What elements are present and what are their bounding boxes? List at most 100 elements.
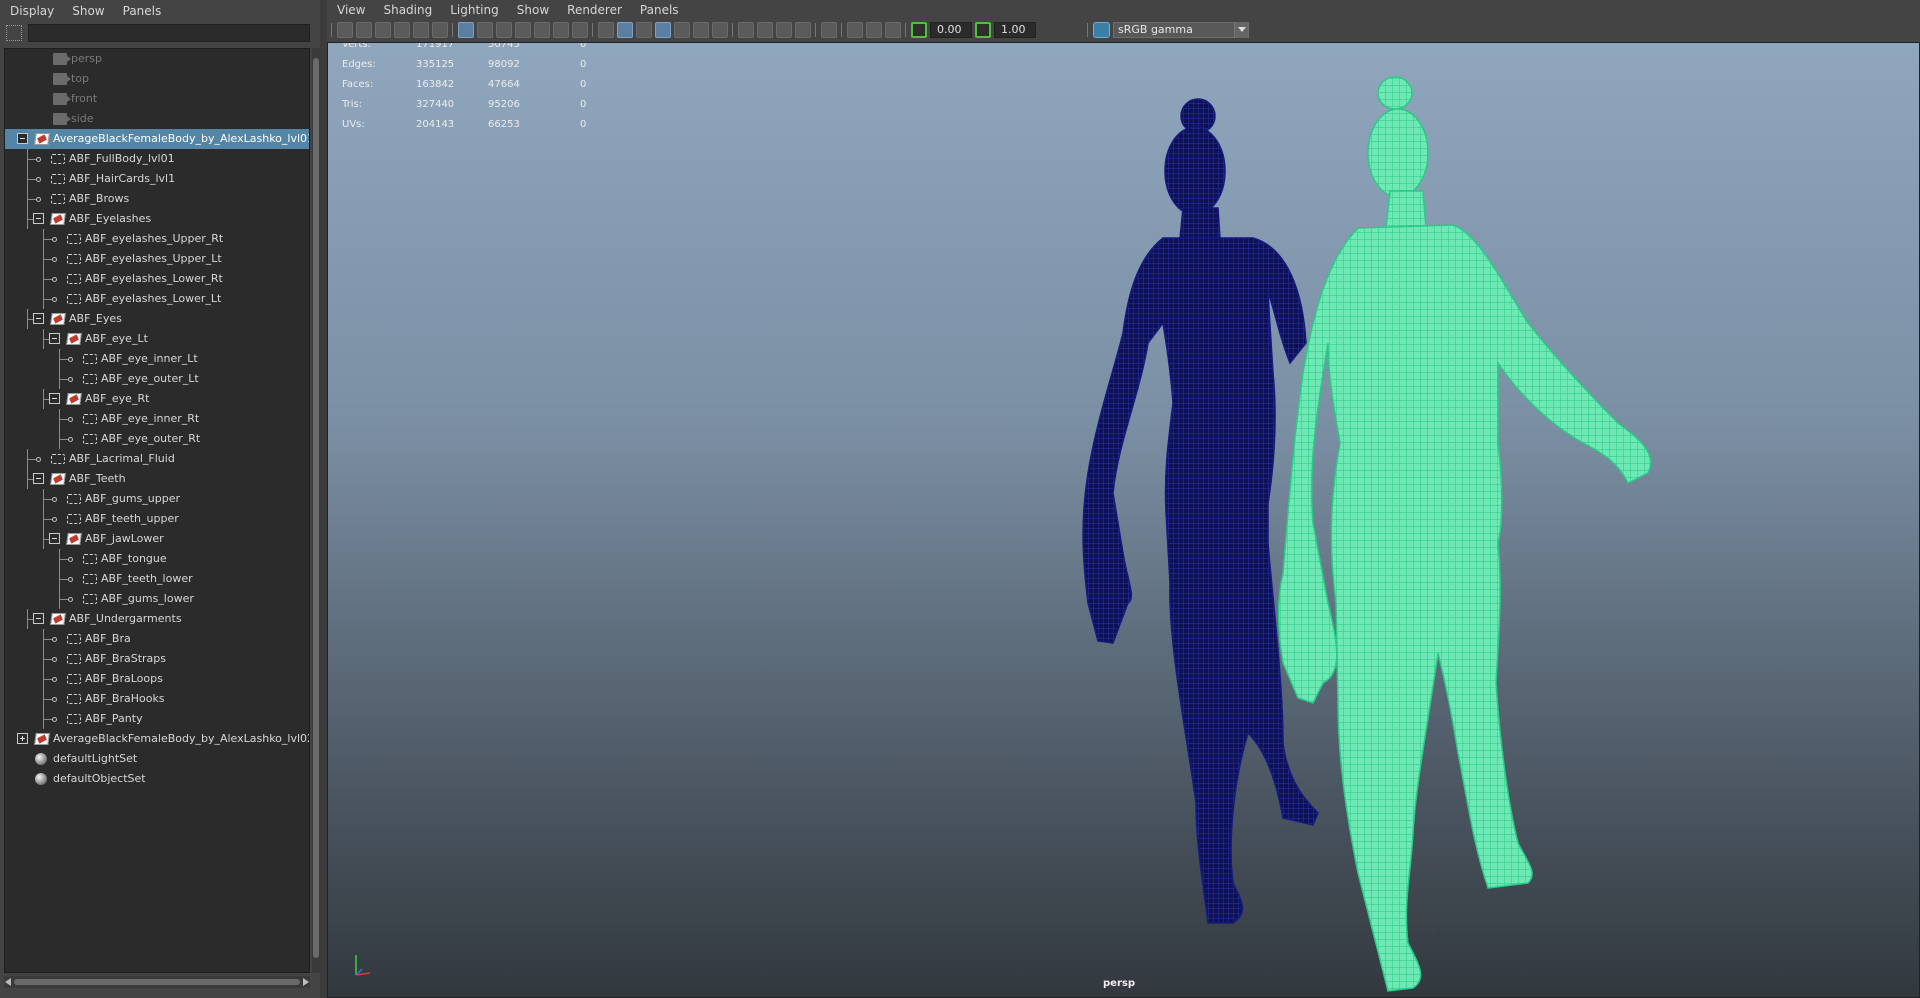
outliner-horizontal-scrollbar[interactable]: [4, 976, 310, 988]
menu-lighting[interactable]: Lighting: [450, 3, 499, 17]
outliner-item[interactable]: ABF_HairCards_lvl1: [5, 169, 309, 189]
outliner-item[interactable]: AverageBlackFemaleBody_by_AlexLashko_lvl…: [5, 129, 309, 149]
select-camera-icon[interactable]: [337, 22, 353, 38]
outliner-item[interactable]: ABF_Eyes: [5, 309, 309, 329]
outliner-item[interactable]: ABF_jawLower: [5, 529, 309, 549]
outliner-item[interactable]: front: [5, 89, 309, 109]
outliner-item[interactable]: ABF_FullBody_lvl01: [5, 149, 309, 169]
outliner-search-input[interactable]: [28, 24, 310, 42]
film-gate-icon[interactable]: [477, 22, 493, 38]
view-transform-dropdown[interactable]: sRGB gamma: [1113, 22, 1249, 38]
outliner-item[interactable]: top: [5, 69, 309, 89]
menu-view[interactable]: View: [337, 3, 365, 17]
outliner-item[interactable]: ABF_Undergarments: [5, 609, 309, 629]
smooth-shade-icon[interactable]: [617, 22, 633, 38]
outliner-item[interactable]: ABF_BraHooks: [5, 689, 309, 709]
exposure-toggle-icon[interactable]: [911, 22, 927, 38]
chevron-down-icon[interactable]: [1234, 22, 1248, 38]
outliner-item[interactable]: ABF_eye_Rt: [5, 389, 309, 409]
grid-icon[interactable]: [458, 22, 474, 38]
two-d-pan-zoom-icon[interactable]: [413, 22, 429, 38]
collapse-icon[interactable]: [49, 333, 60, 344]
outliner-item[interactable]: ABF_BraStraps: [5, 649, 309, 669]
collapse-icon[interactable]: [33, 473, 44, 484]
outliner-item[interactable]: ABF_eye_Lt: [5, 329, 309, 349]
xray-joints-icon[interactable]: [885, 22, 901, 38]
outliner-item[interactable]: ABF_gums_upper: [5, 489, 309, 509]
camera-attributes-icon[interactable]: [356, 22, 372, 38]
outliner-item[interactable]: side: [5, 109, 309, 129]
resolution-gate-icon[interactable]: [496, 22, 512, 38]
outliner-item[interactable]: ABF_Bra: [5, 629, 309, 649]
scrollbar-thumb[interactable]: [14, 979, 300, 985]
bookmarks-icon[interactable]: [375, 22, 391, 38]
outliner-item[interactable]: ABF_Eyelashes: [5, 209, 309, 229]
gamma-field[interactable]: 1.00: [994, 22, 1036, 38]
scroll-left-arrow-icon[interactable]: [5, 978, 11, 986]
filter-options-icon[interactable]: [6, 25, 22, 41]
outliner-item[interactable]: AverageBlackFemaleBody_by_AlexLashko_lvl…: [5, 729, 309, 749]
wireframe-on-shaded-icon[interactable]: [655, 22, 671, 38]
outliner-item[interactable]: ABF_eyelashes_Upper_Rt: [5, 229, 309, 249]
gamma-toggle-icon[interactable]: [975, 22, 991, 38]
scrollbar-thumb[interactable]: [313, 58, 319, 958]
outliner-item[interactable]: ABF_teeth_lower: [5, 569, 309, 589]
outliner-menu-panels[interactable]: Panels: [123, 4, 162, 18]
collapse-icon[interactable]: [33, 613, 44, 624]
outliner-item[interactable]: ABF_Lacrimal_Fluid: [5, 449, 309, 469]
outliner-item[interactable]: ABF_eye_outer_Lt: [5, 369, 309, 389]
multisample-aa-icon[interactable]: [776, 22, 792, 38]
expand-icon[interactable]: [17, 733, 28, 744]
outliner-item[interactable]: persp: [5, 49, 309, 69]
outliner-item[interactable]: ABF_eyelashes_Upper_Lt: [5, 249, 309, 269]
outliner-item[interactable]: ABF_eye_inner_Lt: [5, 349, 309, 369]
scroll-right-arrow-icon[interactable]: [303, 978, 309, 986]
collapse-icon[interactable]: [33, 313, 44, 324]
isolate-select-icon[interactable]: [821, 22, 837, 38]
wireframe-icon[interactable]: [598, 22, 614, 38]
shadows-icon[interactable]: [712, 22, 728, 38]
outliner-item[interactable]: ABF_eyelashes_Lower_Rt: [5, 269, 309, 289]
screen-space-ao-icon[interactable]: [738, 22, 754, 38]
depth-of-field-icon[interactable]: [795, 22, 811, 38]
wireframe-model-lvl01[interactable]: [1277, 76, 1652, 992]
use-default-material-icon[interactable]: [636, 22, 652, 38]
outliner-item[interactable]: ABF_BraLoops: [5, 669, 309, 689]
outliner-item[interactable]: ABF_teeth_upper: [5, 509, 309, 529]
outliner-item[interactable]: ABF_tongue: [5, 549, 309, 569]
outliner-vertical-scrollbar[interactable]: [312, 48, 320, 973]
outliner-item[interactable]: ABF_eye_outer_Rt: [5, 429, 309, 449]
use-all-lights-icon[interactable]: [693, 22, 709, 38]
outliner-item[interactable]: ABF_gums_lower: [5, 589, 309, 609]
outliner-item[interactable]: ABF_Brows: [5, 189, 309, 209]
menu-show[interactable]: Show: [517, 3, 549, 17]
textured-icon[interactable]: [674, 22, 690, 38]
outliner-item[interactable]: ABF_Teeth: [5, 469, 309, 489]
gate-mask-icon[interactable]: [515, 22, 531, 38]
outliner-item[interactable]: defaultObjectSet: [5, 769, 309, 789]
outliner-item[interactable]: ABF_eyelashes_Lower_Lt: [5, 289, 309, 309]
menu-panels[interactable]: Panels: [640, 3, 679, 17]
collapse-icon[interactable]: [33, 213, 44, 224]
outliner-menu-show[interactable]: Show: [72, 4, 104, 18]
safe-title-icon[interactable]: [572, 22, 588, 38]
grease-pencil-icon[interactable]: [432, 22, 448, 38]
wireframe-model-lvl02[interactable]: [1082, 98, 1319, 924]
color-management-icon[interactable]: [1093, 22, 1110, 38]
motion-blur-icon[interactable]: [757, 22, 773, 38]
menu-renderer[interactable]: Renderer: [567, 3, 622, 17]
collapse-icon[interactable]: [49, 533, 60, 544]
outliner-item[interactable]: ABF_eye_inner_Rt: [5, 409, 309, 429]
outliner-item[interactable]: defaultLightSet: [5, 749, 309, 769]
3d-viewport[interactable]: Verts: 171917 50745 0 Edges: 335125 98092 0 Face…: [327, 42, 1920, 998]
collapse-icon[interactable]: [49, 393, 60, 404]
outliner-menu-display[interactable]: Display: [10, 4, 54, 18]
field-chart-icon[interactable]: [534, 22, 550, 38]
image-plane-icon[interactable]: [394, 22, 410, 38]
xray-active-components-icon[interactable]: [866, 22, 882, 38]
menu-shading[interactable]: Shading: [383, 3, 432, 17]
safe-action-icon[interactable]: [553, 22, 569, 38]
exposure-field[interactable]: 0.00: [930, 22, 972, 38]
xray-icon[interactable]: [847, 22, 863, 38]
collapse-icon[interactable]: [17, 133, 28, 144]
